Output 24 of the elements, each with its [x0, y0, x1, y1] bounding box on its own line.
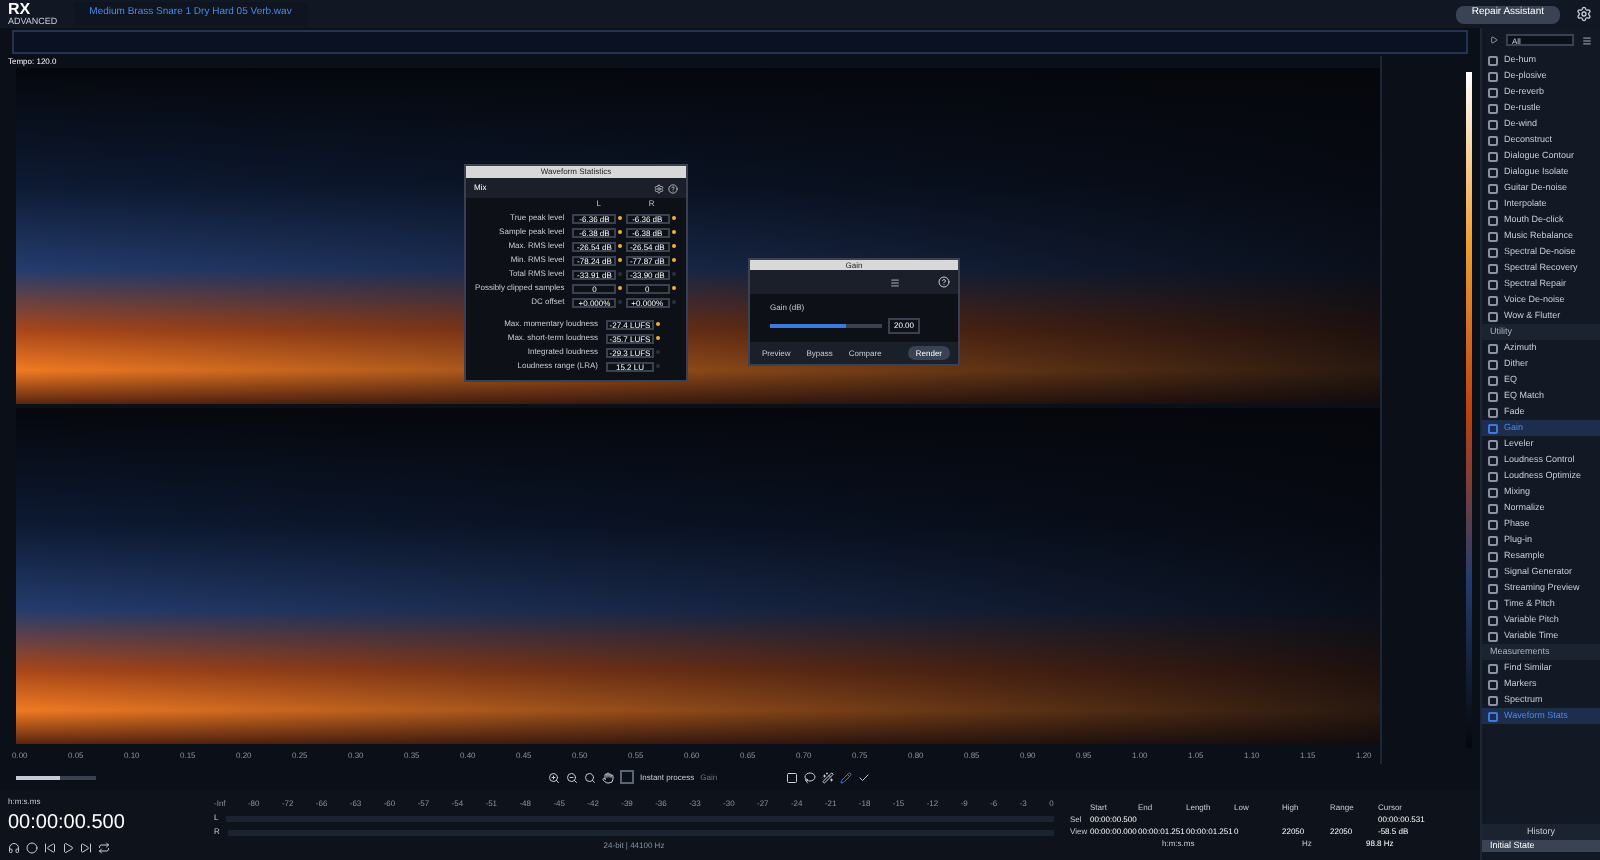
hand-icon[interactable] [602, 771, 614, 783]
skip-forward-icon[interactable] [80, 842, 92, 854]
check-icon[interactable] [858, 771, 871, 783]
help-icon[interactable] [668, 183, 678, 193]
loop-icon[interactable] [98, 842, 110, 854]
instant-process-checkbox[interactable] [620, 770, 634, 784]
zoom-in-icon[interactable] [548, 771, 560, 783]
settings-icon[interactable] [1576, 6, 1592, 22]
square-icon[interactable] [786, 771, 799, 783]
wand-icon[interactable] [822, 771, 835, 783]
menu-icon[interactable] [1582, 35, 1592, 45]
record-icon[interactable] [26, 842, 38, 854]
lasso-icon[interactable] [804, 771, 817, 783]
headphones-icon[interactable] [8, 842, 20, 854]
search-icon[interactable] [584, 771, 596, 783]
play-icon[interactable] [62, 842, 74, 854]
pencil-icon[interactable] [840, 771, 853, 783]
menu-icon[interactable] [890, 277, 900, 287]
help-icon[interactable] [938, 276, 950, 288]
zoom-out-icon[interactable] [566, 771, 578, 783]
time-display: 00:00:00.500 [8, 810, 127, 838]
settings-icon[interactable] [654, 183, 664, 193]
skip-back-icon[interactable] [44, 842, 56, 854]
app-logo: RX [8, 1, 31, 18]
